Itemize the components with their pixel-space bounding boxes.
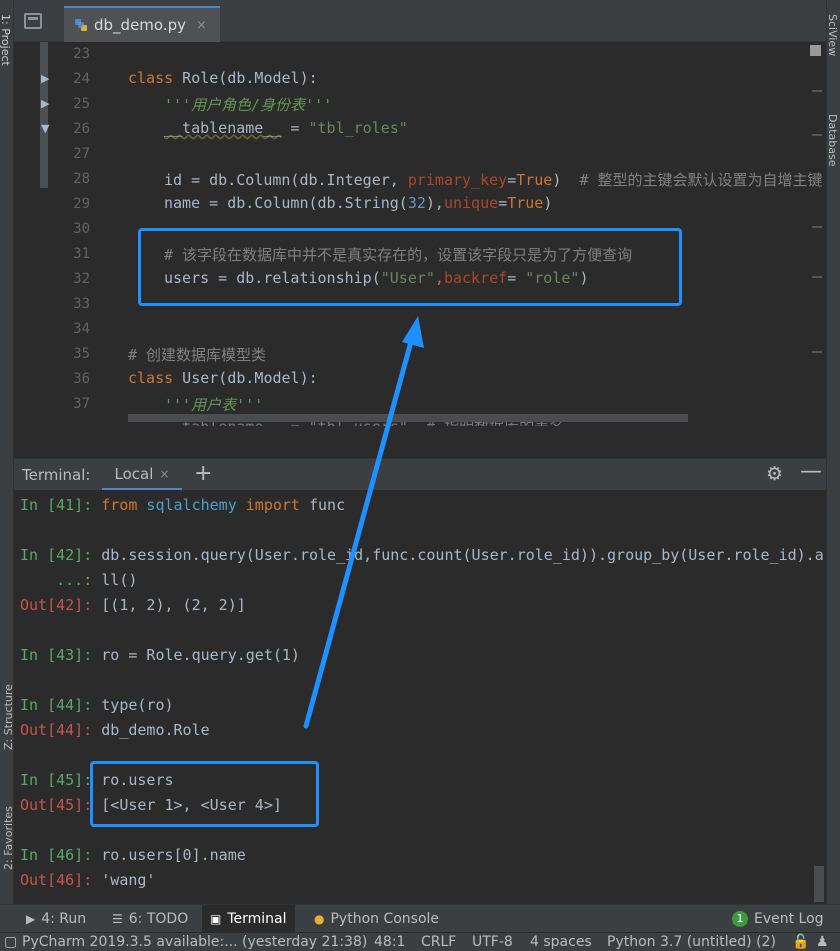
tab-terminal[interactable]: ▣ Terminal — [202, 905, 295, 933]
fold-arrow-icon[interactable]: ▶ — [41, 97, 49, 110]
line-number: 29 — [73, 196, 90, 212]
line-number: 33 — [73, 296, 90, 312]
tab-db-demo[interactable]: db_demo.py × — [64, 6, 220, 42]
person-icon[interactable]: ♟ — [816, 934, 829, 950]
minimize-icon[interactable]: — — [800, 459, 822, 484]
tab-todo[interactable]: ☰ 6: TODO — [104, 905, 196, 933]
event-count-badge: 1 — [732, 911, 748, 927]
terminal-line: In [41]: from sqlalchemy import func — [20, 496, 346, 514]
terminal-line: Out[46]: 'wang' — [20, 871, 156, 889]
status-icon: ▢ — [4, 934, 18, 950]
line-gutter: 23 24 25 26 27 28 29 30 31 32 33 34 35 3… — [14, 42, 114, 426]
line-number: 25 — [73, 96, 90, 112]
line-number: 27 — [73, 146, 90, 162]
python-icon: ● — [314, 912, 325, 926]
line-number: 32 — [73, 271, 90, 287]
close-icon[interactable]: × — [159, 467, 169, 481]
result-highlight-box — [90, 761, 319, 827]
terminal-line: In [43]: ro = Role.query.get(1) — [20, 646, 300, 664]
terminal-line: In [42]: db.session.query(User.role_id,f… — [20, 546, 824, 564]
line-number: 31 — [73, 246, 90, 262]
inspection-status-icon[interactable] — [810, 45, 821, 56]
close-icon[interactable]: × — [196, 18, 207, 33]
caret-position[interactable]: 48:1 — [374, 934, 405, 950]
tab-local-label: Local — [114, 464, 154, 483]
tab-event-log[interactable]: 1 Event Log — [724, 905, 832, 933]
tab-local[interactable]: Local × — [102, 459, 182, 491]
line-number: 35 — [73, 346, 90, 362]
line-number: 28 — [73, 171, 90, 187]
line-number: 37 — [73, 396, 90, 412]
project-tool-tab[interactable]: 1: Project — [0, 14, 14, 84]
scroll-marker — [812, 176, 822, 178]
bottom-tool-bar: ▶ 4: Run ☰ 6: TODO ▣ Terminal ● Python Conso… — [0, 904, 840, 933]
line-number: 30 — [73, 221, 90, 237]
structure-tool-tab[interactable]: Z: Structure — [0, 670, 15, 750]
gear-icon[interactable]: ⚙ — [766, 463, 783, 485]
terminal-scrollbar[interactable] — [814, 866, 824, 902]
scroll-marker — [812, 134, 822, 136]
code-line-36: class User(db.Model): — [128, 369, 318, 387]
terminal-line: Out[44]: db_demo.Role — [20, 721, 210, 739]
line-number: 26 — [73, 121, 90, 137]
relationship-highlight-box — [138, 228, 682, 306]
tab-run[interactable]: ▶ 4: Run — [18, 905, 94, 933]
code-line-26: __tablename__ = "tbl_roles" — [164, 119, 408, 137]
python-file-icon — [75, 19, 87, 31]
status-message[interactable]: PyCharm 2019.3.5 available:... (yesterda… — [22, 934, 367, 950]
tab-python-console[interactable]: ● Python Console — [306, 905, 447, 933]
right-tool-strip: SciView Database — [826, 0, 840, 932]
status-bar: ▢ PyCharm 2019.3.5 available:... (yester… — [0, 932, 840, 951]
favorites-tool-tab[interactable]: 2: Favorites — [0, 790, 15, 870]
scroll-marker — [812, 276, 822, 278]
interpreter-selector[interactable]: Python 3.7 (untitled) (2) — [607, 934, 776, 950]
editor-tab-bar: db_demo.py × — [14, 0, 826, 42]
terminal-line: In [44]: type(ro) — [20, 696, 174, 714]
scroll-marker — [812, 351, 822, 353]
terminal-line: ...: ll() — [20, 571, 138, 589]
code-line-35: # 创建数据库模型类 — [128, 346, 267, 364]
scroll-marker — [812, 226, 822, 228]
left-tool-strip: 1: Project Z: Structure 2: Favorites — [0, 0, 15, 932]
code-line-29: name = db.Column(db.String(32),unique=Tr… — [164, 194, 553, 212]
terminal-icon: ▣ — [210, 912, 222, 926]
fold-arrow-icon[interactable]: ▶ — [41, 72, 49, 85]
indent-setting[interactable]: 4 spaces — [530, 934, 592, 950]
tab-title: db_demo.py — [94, 16, 186, 34]
file-encoding[interactable]: UTF-8 — [472, 934, 513, 950]
scroll-marker — [812, 90, 822, 92]
terminal-header: Terminal: Local × + ⚙ — — [14, 458, 826, 491]
code-line-24: class Role(db.Model): — [128, 69, 318, 87]
line-number: 24 — [73, 71, 90, 87]
new-session-icon[interactable]: + — [194, 461, 212, 486]
fold-arrow-down-icon[interactable]: ▼ — [41, 122, 49, 135]
terminal-output[interactable]: In [41]: from sqlalchemy import func In … — [14, 490, 826, 902]
sciview-tool-tab[interactable]: SciView — [826, 14, 840, 84]
line-number: 36 — [73, 371, 90, 387]
lock-icon[interactable]: 🔓 — [792, 934, 809, 950]
code-line-28: id = db.Column(db.Integer, primary_key=T… — [164, 171, 823, 189]
database-tool-tab[interactable]: Database — [826, 114, 840, 204]
run-icon: ▶ — [26, 912, 36, 926]
line-separator[interactable]: CRLF — [421, 934, 456, 950]
terminal-line: Out[42]: [(1, 2), (2, 2)] — [20, 596, 246, 614]
code-line-25: '''用户角色/身份表''' — [164, 96, 333, 114]
recent-files-icon[interactable] — [24, 13, 42, 29]
line-number: 34 — [73, 321, 90, 337]
line-number: 23 — [73, 46, 90, 62]
terminal-line: In [46]: ro.users[0].name — [20, 846, 246, 864]
horizontal-scrollbar[interactable] — [128, 414, 688, 422]
list-icon: ☰ — [112, 912, 123, 926]
terminal-label: Terminal: — [22, 466, 91, 484]
